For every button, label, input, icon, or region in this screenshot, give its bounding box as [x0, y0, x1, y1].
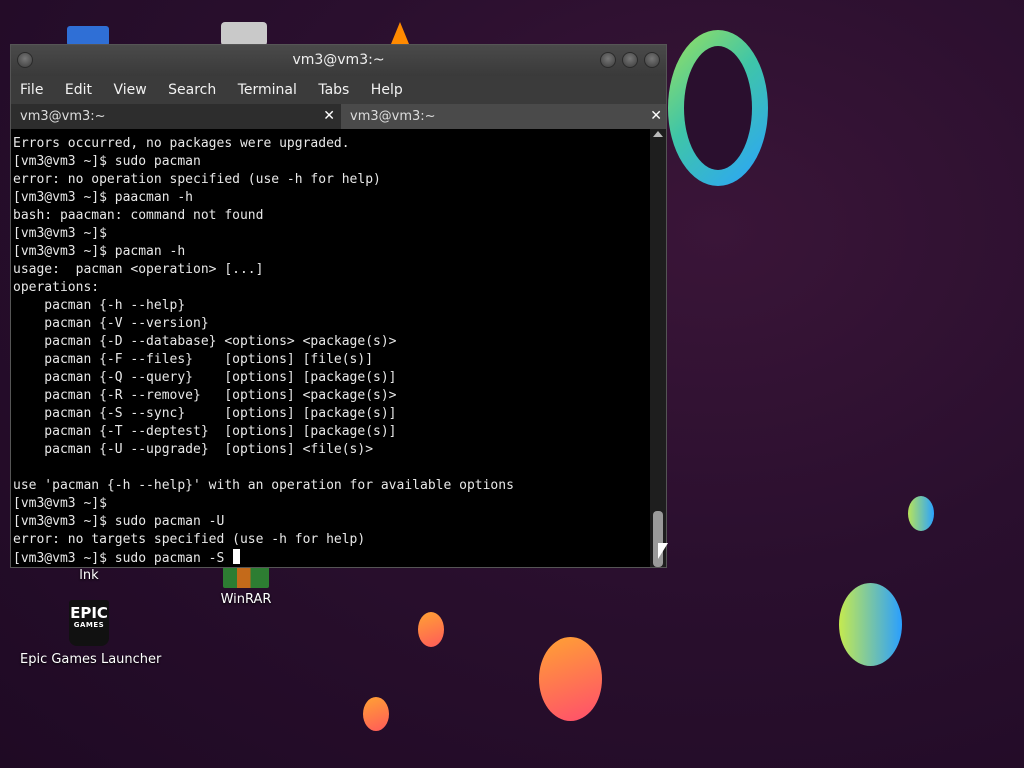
- close-icon[interactable]: [644, 52, 660, 68]
- vlc-icon[interactable]: [391, 22, 409, 44]
- minimize-icon[interactable]: [600, 52, 616, 68]
- desktop-icon-lnk[interactable]: lnk: [70, 568, 108, 583]
- wallpaper-bubble: [908, 496, 934, 531]
- terminal-line: pacman {-R --remove} [options] <package(…: [13, 388, 397, 403]
- terminal-line: pacman {-h --help}: [13, 298, 186, 313]
- tab-close-icon[interactable]: ✕: [323, 104, 335, 129]
- terminal-line: error: no targets specified (use -h for …: [13, 532, 366, 547]
- epic-games-icon: EPIC GAMES: [69, 600, 109, 646]
- terminal-line: operations:: [13, 280, 100, 295]
- menu-search[interactable]: Search: [168, 76, 216, 104]
- desktop-app-icon[interactable]: [221, 22, 267, 46]
- terminal-window[interactable]: vm3@vm3:~ File Edit View Search Terminal…: [10, 44, 667, 568]
- tab-bar: vm3@vm3:~ ✕ vm3@vm3:~ ✕: [11, 104, 666, 129]
- window-titlebar[interactable]: vm3@vm3:~: [11, 45, 666, 76]
- terminal-line: [vm3@vm3 ~]$ paacman -h: [13, 190, 194, 205]
- menu-terminal[interactable]: Terminal: [238, 76, 297, 104]
- terminal-line: Errors occurred, no packages were upgrad…: [13, 136, 350, 151]
- mouse-pointer-icon: [658, 543, 668, 559]
- terminal-line: use 'pacman {-h --help}' with an operati…: [13, 478, 514, 493]
- tab-label: vm3@vm3:~: [20, 109, 106, 124]
- terminal-line: pacman {-V --version}: [13, 316, 209, 331]
- menu-file[interactable]: File: [20, 76, 43, 104]
- terminal-prompt-line[interactable]: [vm3@vm3 ~]$ sudo pacman -S: [13, 549, 652, 567]
- text-cursor: [233, 549, 241, 564]
- scrollbar[interactable]: [650, 129, 666, 567]
- terminal-line: pacman {-D --database} <options> <packag…: [13, 334, 397, 349]
- wallpaper-bubble: [539, 637, 602, 721]
- menu-view[interactable]: View: [113, 76, 146, 104]
- epic-logo-text: EPIC: [70, 604, 108, 622]
- terminal-line: [vm3@vm3 ~]$: [13, 496, 107, 511]
- terminal-line: pacman {-Q --query} [options] [package(s…: [13, 370, 397, 385]
- desktop-icon-label: lnk: [79, 568, 99, 583]
- maximize-icon[interactable]: [622, 52, 638, 68]
- wallpaper-ring: [668, 30, 768, 186]
- terminal-line: pacman {-F --files} [options] [file(s)]: [13, 352, 374, 367]
- tab-1[interactable]: vm3@vm3:~ ✕: [11, 104, 341, 129]
- epic-logo-sub: GAMES: [73, 621, 105, 629]
- terminal-line: usage: pacman <operation> [...]: [13, 262, 264, 277]
- winrar-icon: [223, 566, 269, 588]
- wallpaper-bubble: [418, 612, 444, 647]
- window-menu-icon[interactable]: [17, 52, 33, 68]
- desktop-folder-icon[interactable]: [67, 26, 109, 46]
- menu-edit[interactable]: Edit: [65, 76, 92, 104]
- menu-help[interactable]: Help: [371, 76, 403, 104]
- menubar: File Edit View Search Terminal Tabs Help: [11, 76, 666, 104]
- tab-label: vm3@vm3:~: [350, 109, 436, 124]
- wallpaper-bubble: [839, 583, 902, 666]
- terminal-line: pacman {-T --deptest} [options] [package…: [13, 424, 397, 439]
- terminal-line: bash: paacman: command not found: [13, 208, 264, 223]
- terminal-line: [vm3@vm3 ~]$ sudo pacman: [13, 154, 201, 169]
- terminal-line: [vm3@vm3 ~]$ pacman -h: [13, 244, 186, 259]
- tab-2[interactable]: vm3@vm3:~ ✕: [341, 104, 666, 129]
- terminal-line: [vm3@vm3 ~]$ sudo pacman -U: [13, 514, 225, 529]
- desktop-icon-label: WinRAR: [220, 592, 272, 607]
- menu-tabs[interactable]: Tabs: [318, 76, 349, 104]
- terminal-line: pacman {-S --sync} [options] [package(s)…: [13, 406, 397, 421]
- desktop-icon-epic-games[interactable]: EPIC GAMES Epic Games Launcher: [20, 600, 162, 667]
- terminal-output[interactable]: Errors occurred, no packages were upgrad…: [11, 129, 652, 567]
- terminal-input-text: [vm3@vm3 ~]$ sudo pacman -S: [13, 551, 233, 566]
- wallpaper-bubble: [363, 697, 389, 731]
- tab-close-icon[interactable]: ✕: [650, 104, 662, 129]
- scroll-up-icon[interactable]: [653, 131, 663, 137]
- window-title: vm3@vm3:~: [292, 52, 385, 68]
- desktop-icon-winrar[interactable]: WinRAR: [210, 566, 282, 607]
- terminal-line: error: no operation specified (use -h fo…: [13, 172, 381, 187]
- desktop-icon-label: Epic Games Launcher: [20, 652, 162, 667]
- terminal-line: [vm3@vm3 ~]$: [13, 226, 107, 241]
- terminal-line: pacman {-U --upgrade} [options] <file(s)…: [13, 442, 374, 457]
